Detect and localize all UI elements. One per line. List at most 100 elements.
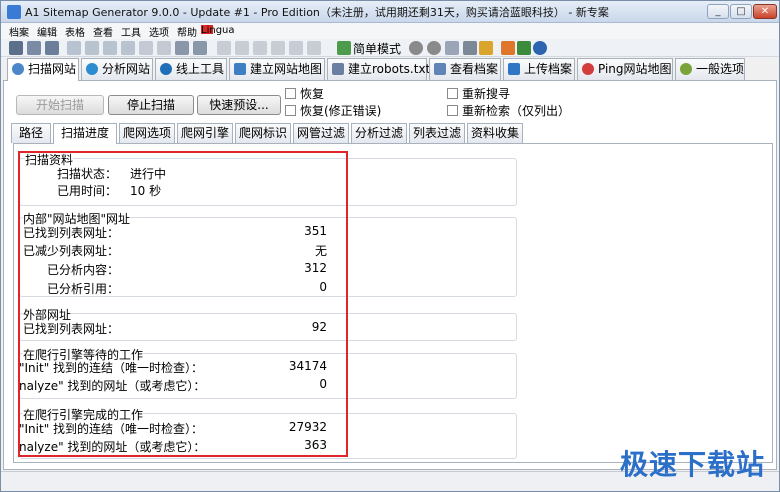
done-analyze-label: nalyze" 找到的网址（或考虑它）： [19,440,206,454]
subtab-crawl-engine[interactable]: 爬网引擎 [177,123,233,143]
quick-preset-button[interactable]: 快速预设... [197,95,281,115]
menu-options[interactable]: 选项 [149,24,169,39]
tab-online-tools[interactable]: 线上工具 [155,58,227,80]
paste-icon[interactable] [103,41,117,55]
tab-create-robots[interactable]: 建立robots.txt [327,58,430,80]
key-icon[interactable] [479,41,493,55]
waiting-init-label: "Init" 找到的连结（唯一时检查）： [19,361,204,375]
simple-mode-label[interactable]: 简单模式 [353,40,401,57]
tab-label: 建立网站地图 [250,62,323,76]
search-icon[interactable] [175,41,189,55]
menu-help[interactable]: 帮助 [177,24,197,39]
upload-icon [508,63,520,75]
delete-icon[interactable] [121,41,135,55]
tab-label: 扫描网站 [28,62,77,76]
elapsed-time-value: 10 秒 [130,184,162,198]
document-icon [434,63,446,75]
subtab-list-filter[interactable]: 列表过滤 [409,123,465,143]
home-icon[interactable] [501,41,515,55]
subtab-analysis-filter[interactable]: 分析过滤 [351,123,407,143]
copy-icon[interactable] [85,41,99,55]
subtab-crawl-options[interactable]: 爬网选项 [119,123,175,143]
tab-ping-sitemap[interactable]: Ping网站地图 [577,58,673,80]
checkbox-label: 重新检索（仅列出） [462,104,571,118]
menu-table[interactable]: 表格 [65,24,85,39]
grid-add-icon[interactable] [235,41,249,55]
app-window: A1 Sitemap Generator 9.0.0 - Update #1 -… [0,0,780,492]
subtab-scan-progress[interactable]: 扫描进度 [53,123,117,144]
grid-remove-icon[interactable] [253,41,267,55]
resume-checkbox[interactable]: 恢复 [285,85,324,102]
tab-analyze-website[interactable]: 分析网站 [81,58,153,80]
signal-icon [582,63,594,75]
main-tabs: 扫描网站 分析网站 线上工具 建立网站地图 建立robots.txt 查看档案 … [1,58,779,81]
circle-icon[interactable] [409,41,423,55]
menu-bar: 档案 编辑 表格 查看 工具 选项 帮助 Lingua [1,23,779,39]
external-found-label: 已找到列表网址： [23,322,120,336]
menu-tools[interactable]: 工具 [121,24,141,39]
app-icon [7,5,21,19]
menu-file[interactable]: 档案 [9,24,29,39]
analyzed-content-value: 312 [304,261,327,275]
scan-status-value: 进行中 [130,167,167,181]
cut-icon[interactable] [67,41,81,55]
subtab-webmaster-filter[interactable]: 网管过滤 [293,123,349,143]
maximize-button[interactable]: □ [730,4,752,19]
waiting-analyze-value: 0 [319,377,327,391]
scan-status-label: 扫描状态： [57,167,118,181]
redo-icon[interactable] [157,41,171,55]
subtab-data-collection[interactable]: 资料收集 [467,123,523,143]
done-analyze-value: 363 [304,438,327,452]
checkbox-label: 恢复(修正错误) [300,104,382,118]
checkbox-box [447,88,458,99]
find-icon[interactable] [193,41,207,55]
window-title: A1 Sitemap Generator 9.0.0 - Update #1 -… [25,6,609,19]
message-icon[interactable] [463,41,477,55]
tab-upload-files[interactable]: 上传档案 [503,58,575,80]
external-found-value: 92 [311,320,327,334]
tab-create-sitemap[interactable]: 建立网站地图 [229,58,325,80]
close-button[interactable]: ✕ [753,4,777,19]
checkbox-box [447,105,458,116]
tab-scan-website[interactable]: 扫描网站 [7,58,79,81]
title-bar: A1 Sitemap Generator 9.0.0 - Update #1 -… [1,1,779,23]
recheck-checkbox[interactable]: 重新检索（仅列出） [447,102,570,119]
analyzed-refs-label: 已分析引用： [47,282,120,296]
minimize-button[interactable]: _ [707,4,729,19]
search-icon [12,63,24,75]
menu-view[interactable]: 查看 [93,24,113,39]
rescan-checkbox[interactable]: 重新搜寻 [447,85,510,102]
column-icon[interactable] [271,41,285,55]
record-icon[interactable] [427,41,441,55]
gear-icon [680,63,692,75]
tab-view-files[interactable]: 查看档案 [429,58,501,80]
excel-icon[interactable] [517,41,531,55]
globe-icon [86,63,98,75]
simple-mode-icon[interactable] [337,41,351,55]
waiting-analyze-label: nalyze" 找到的网址（或考虑它）： [19,379,206,393]
tab-label: 分析网站 [102,62,151,76]
watermark: 极速下载站 [619,448,765,481]
help-icon[interactable] [533,41,547,55]
row-icon[interactable] [289,41,303,55]
save-icon[interactable] [45,41,59,55]
subtab-path[interactable]: 路径 [11,123,51,143]
open-icon[interactable] [27,41,41,55]
menu-edit[interactable]: 编辑 [37,24,57,39]
done-init-value: 27932 [288,420,327,434]
checkbox-label: 重新搜寻 [462,87,511,101]
grid-icon[interactable] [217,41,231,55]
start-scan-button[interactable]: 开始扫描 [16,95,104,115]
undo-icon[interactable] [139,41,153,55]
internal-found-value: 351 [304,224,327,238]
toolbar: 简单模式 [1,39,779,57]
stop-scan-button[interactable]: 停止扫描 [108,95,194,115]
resume-fix-checkbox[interactable]: 恢复(修正错误) [285,102,381,119]
refresh-icon[interactable] [445,41,459,55]
tab-general-options[interactable]: 一般选项 [675,58,745,80]
subtab-crawl-identity[interactable]: 爬网标识 [235,123,291,143]
elapsed-time-label: 已用时间： [57,184,118,198]
new-icon[interactable] [9,41,23,55]
merge-icon[interactable] [307,41,321,55]
internal-reduced-label: 已减少列表网址： [23,244,120,258]
